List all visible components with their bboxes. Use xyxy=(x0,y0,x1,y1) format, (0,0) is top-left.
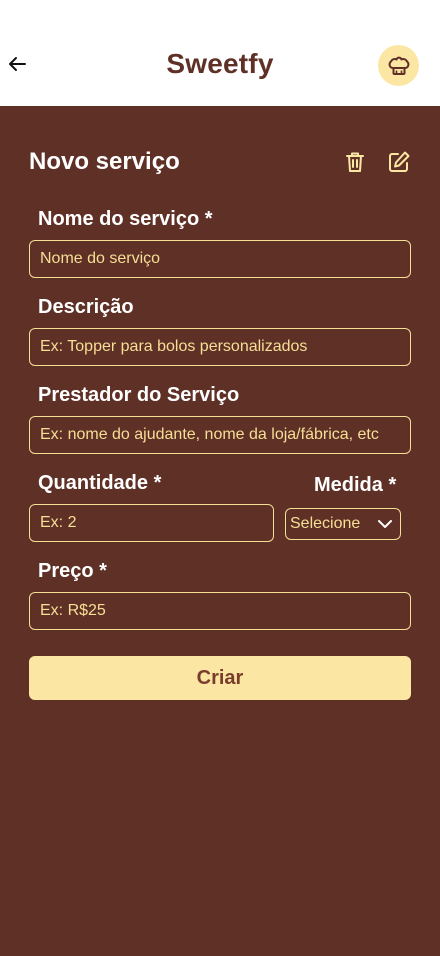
create-button[interactable]: Criar xyxy=(29,656,411,700)
trash-icon xyxy=(346,152,364,172)
price-label: Preço * xyxy=(38,560,107,582)
app-title: Sweetfy xyxy=(166,48,274,79)
price-input[interactable]: Ex: R$25 xyxy=(29,592,411,630)
avatar[interactable] xyxy=(378,45,419,86)
edit-button[interactable] xyxy=(386,149,412,175)
edit-icon xyxy=(389,151,410,172)
service-name-label: Nome do serviço * xyxy=(38,208,213,230)
provider-label: Prestador do Serviço xyxy=(38,384,240,406)
quantity-label: Quantidade * xyxy=(38,472,162,494)
service-name-input[interactable]: Nome do serviço xyxy=(29,240,411,278)
app-header: Sweetfy xyxy=(0,0,440,106)
delete-button[interactable] xyxy=(342,149,368,175)
description-label: Descrição xyxy=(38,296,134,318)
measure-label: Medida * xyxy=(314,474,397,496)
chef-hat-icon xyxy=(388,56,409,75)
measure-select-value: Selecione xyxy=(290,515,361,532)
measure-select[interactable]: Selecione xyxy=(285,508,401,540)
provider-input[interactable]: Ex: nome do ajudante, nome da loja/fábri… xyxy=(29,416,411,454)
chevron-down-icon xyxy=(378,520,392,528)
service-form: Novo serviço Nome do serviço * Nome do s… xyxy=(0,106,440,956)
description-input[interactable]: Ex: Topper para bolos personalizados xyxy=(29,328,411,366)
quantity-input[interactable]: Ex: 2 xyxy=(29,504,274,542)
page-title: Novo serviço xyxy=(29,148,180,175)
